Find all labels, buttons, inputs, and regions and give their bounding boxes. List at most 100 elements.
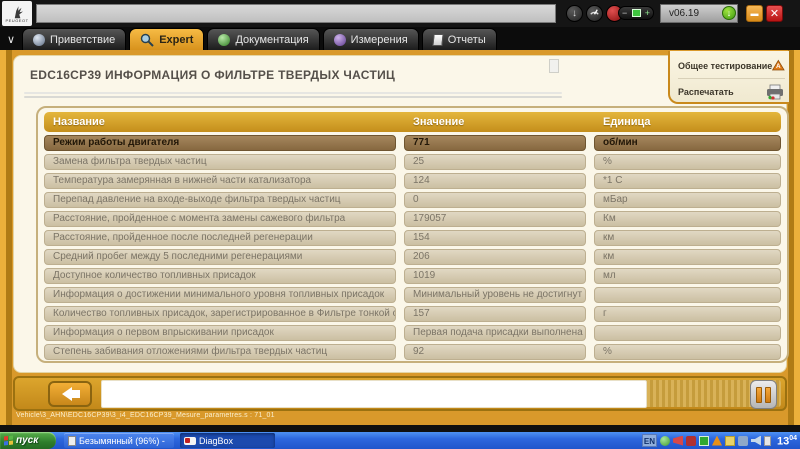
clock-minutes: 04 <box>789 435 797 442</box>
side-divider <box>678 78 785 79</box>
back-button[interactable] <box>48 381 92 407</box>
tab-measurements[interactable]: Измерения <box>323 28 419 50</box>
welcome-sphere-icon <box>33 34 45 46</box>
param-value: 1019 <box>404 268 586 284</box>
header-unit: Единица <box>594 112 781 132</box>
close-button[interactable]: ✕ <box>766 5 783 22</box>
table-row[interactable]: Информация о первом впрыскивании присадо… <box>44 325 781 341</box>
param-unit <box>594 325 781 341</box>
table-header-row: Название Значение Единица <box>44 112 781 132</box>
param-value: Минимальный уровень не достигнут <box>404 287 586 303</box>
param-name: Количество топливных присадок, зарегистр… <box>44 306 396 322</box>
volume-plus-icon[interactable]: + <box>645 9 650 18</box>
table-row[interactable]: Количество топливных присадок, зарегистр… <box>44 306 781 322</box>
chevron-down-icon[interactable]: ∨ <box>0 30 22 50</box>
general-test-button[interactable]: Общее тестирование A <box>678 54 785 77</box>
system-tray: EN 1304 <box>642 432 800 449</box>
title-separator <box>24 96 562 98</box>
tab-label: Документация <box>235 34 308 46</box>
diagbox-icon <box>184 437 196 445</box>
windows-flag-icon <box>4 436 13 446</box>
tray-up-arrow-icon[interactable] <box>712 436 722 446</box>
small-indicator-box <box>549 59 559 73</box>
param-value: 206 <box>404 249 586 265</box>
tray-speaker-icon[interactable] <box>751 436 761 446</box>
pause-button[interactable] <box>750 380 777 409</box>
battery-level-control[interactable]: − + <box>618 6 654 20</box>
param-name: Информация о первом впрыскивании присадо… <box>44 325 396 341</box>
tab-documentation[interactable]: Документация <box>207 28 319 50</box>
param-unit: % <box>594 154 781 170</box>
param-value: 154 <box>404 230 586 246</box>
side-button-panel: Общее тестирование A Распечатать <box>668 51 789 104</box>
param-name: Замена фильтра твердых частиц <box>44 154 396 170</box>
documentation-sphere-icon <box>218 34 230 46</box>
start-button[interactable]: пуск <box>0 432 56 449</box>
tray-green-dot-icon[interactable] <box>660 436 670 446</box>
table-row[interactable]: Расстояние, пройденное после последней р… <box>44 230 781 246</box>
param-value: 157 <box>404 306 586 322</box>
tray-notes-icon[interactable] <box>725 436 735 446</box>
table-row[interactable]: Степень забивания отложениями фильтра тв… <box>44 344 781 360</box>
taskbar-item-diagbox[interactable]: DiagBox <box>180 433 275 448</box>
message-area[interactable] <box>101 380 647 408</box>
print-button[interactable]: Распечатать <box>678 80 785 103</box>
start-label: пуск <box>16 435 38 446</box>
tab-label: Измерения <box>351 34 408 46</box>
param-unit <box>594 287 781 303</box>
param-name: Расстояние, пройденное после последней р… <box>44 230 396 246</box>
param-name: Информация о достижении минимального уро… <box>44 287 396 303</box>
param-unit: км <box>594 249 781 265</box>
gauge-button[interactable] <box>586 5 603 22</box>
tray-battery-icon[interactable] <box>764 436 771 446</box>
param-unit: % <box>594 344 781 360</box>
tab-bar: ∨ Приветствие Expert Документация Измере… <box>0 27 800 50</box>
tab-reports[interactable]: Отчеты <box>422 28 497 50</box>
table-row[interactable]: Информация о достижении минимального уро… <box>44 287 781 303</box>
task-label: DiagBox <box>199 436 233 446</box>
param-name: Средний пробег между 5 последними регене… <box>44 249 396 265</box>
table-row[interactable]: Режим работы двигателя 771 об/мин <box>44 135 781 151</box>
table-row[interactable]: Доступное количество топливных присадок … <box>44 268 781 284</box>
table-row[interactable]: Расстояние, пройденное с момента замены … <box>44 211 781 227</box>
tray-network-icon[interactable] <box>738 436 748 446</box>
report-page-icon <box>432 34 443 46</box>
param-unit: *1 C <box>594 173 781 189</box>
diagbox-app-window: PEUGEOT ↓ − + v06.19 ↓ ▬ ✕ ∨ Приветствие <box>0 0 800 449</box>
param-value: 92 <box>404 344 586 360</box>
param-name: Степень забивания отложениями фильтра тв… <box>44 344 396 360</box>
language-indicator[interactable]: EN <box>642 434 657 447</box>
tab-expert[interactable]: Expert <box>129 28 204 50</box>
print-label: Распечатать <box>678 87 734 97</box>
minimize-button[interactable]: ▬ <box>746 5 763 22</box>
tray-red-icon[interactable] <box>686 436 696 446</box>
pause-bar-icon <box>765 387 771 403</box>
peugeot-lion-icon <box>9 4 25 19</box>
peugeot-logo: PEUGEOT <box>2 1 32 26</box>
tray-green-square-icon[interactable] <box>699 436 709 446</box>
content-area: EDC16CP39 ИНФОРМАЦИЯ О ФИЛЬТРЕ ТВЕРДЫХ Ч… <box>0 50 800 425</box>
battery-icon <box>632 9 641 17</box>
param-value: 124 <box>404 173 586 189</box>
tray-red-horn-icon[interactable] <box>673 436 683 446</box>
table-row[interactable]: Средний пробег между 5 последними регене… <box>44 249 781 265</box>
tab-welcome[interactable]: Приветствие <box>22 28 126 50</box>
header-name: Название <box>44 112 396 132</box>
title-progress-bar <box>36 4 556 23</box>
table-row[interactable]: Замена фильтра твердых частиц 25 % <box>44 154 781 170</box>
tab-label: Отчеты <box>448 34 486 46</box>
param-unit: Км <box>594 211 781 227</box>
tab-label: Приветствие <box>50 34 115 46</box>
page-title: EDC16CP39 ИНФОРМАЦИЯ О ФИЛЬТРЕ ТВЕРДЫХ Ч… <box>30 68 395 82</box>
windows-taskbar: пуск Безымянный (96%) - DiagBox EN 1304 <box>0 432 800 449</box>
download-button[interactable]: ↓ <box>566 5 583 22</box>
taskbar-item-untitled[interactable]: Безымянный (96%) - <box>64 433 174 448</box>
clock-hours: 13 <box>777 436 789 448</box>
volume-minus-icon[interactable]: − <box>622 9 627 18</box>
parameters-table: Название Значение Единица Режим работы д… <box>36 106 789 363</box>
param-value: 179057 <box>404 211 586 227</box>
version-go-button[interactable]: ↓ <box>722 6 736 20</box>
taskbar-clock[interactable]: 1304 <box>774 431 797 449</box>
table-row[interactable]: Перепад давление на входе-выходе фильтра… <box>44 192 781 208</box>
table-row[interactable]: Температура замерянная в нижней части ка… <box>44 173 781 189</box>
